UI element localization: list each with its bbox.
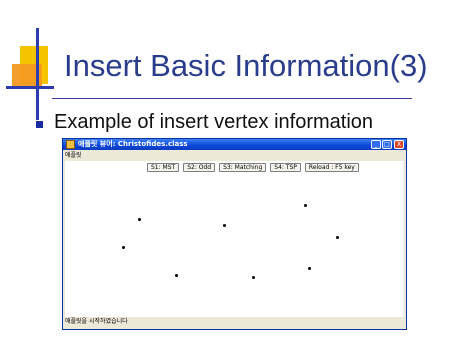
- applet-icon: [66, 140, 75, 149]
- status-text: 애플릿을 시작하였습니다: [65, 318, 128, 325]
- s3-matching-button[interactable]: S3: Matching: [219, 163, 267, 172]
- toolbar: S1: MST S2: Odd S3: Matching S4: TSP Rel…: [147, 163, 359, 172]
- close-button[interactable]: X: [394, 140, 404, 149]
- window-title: 애플릿 뷰어: Christofides.class: [78, 140, 188, 148]
- bullet-text: Example of insert vertex information: [54, 111, 374, 133]
- s1-mst-button[interactable]: S1: MST: [147, 163, 180, 172]
- reload-button[interactable]: Reload : F5 key: [304, 163, 359, 172]
- minimize-button[interactable]: _: [371, 140, 381, 149]
- vertex-point[interactable]: [304, 204, 307, 207]
- maximize-button[interactable]: □: [382, 140, 392, 149]
- vertex-point[interactable]: [138, 218, 141, 221]
- menu-applet[interactable]: 애플릿: [65, 151, 82, 160]
- decor-blue-horizontal-line: [6, 86, 54, 89]
- s2-odd-button[interactable]: S2: Odd: [183, 163, 216, 172]
- vertex-point[interactable]: [336, 236, 339, 239]
- vertex-point[interactable]: [223, 224, 226, 227]
- applet-canvas[interactable]: S1: MST S2: Odd S3: Matching S4: TSP Rel…: [65, 161, 404, 317]
- s4-tsp-button[interactable]: S4: TSP: [270, 163, 301, 172]
- applet-viewer-window: 애플릿 뷰어: Christofides.class _ □ X 애플릿 S1:…: [62, 138, 407, 330]
- vertex-point[interactable]: [122, 246, 125, 249]
- bullet-marker: [36, 121, 43, 128]
- window-titlebar[interactable]: 애플릿 뷰어: Christofides.class _ □ X: [63, 139, 406, 150]
- slide-title: Insert Basic Information(3): [64, 48, 428, 83]
- vertex-point[interactable]: [252, 276, 255, 279]
- vertex-point[interactable]: [175, 274, 178, 277]
- vertex-point[interactable]: [308, 267, 311, 270]
- decor-blue-vertical-line: [36, 28, 39, 120]
- title-underline: [52, 98, 412, 99]
